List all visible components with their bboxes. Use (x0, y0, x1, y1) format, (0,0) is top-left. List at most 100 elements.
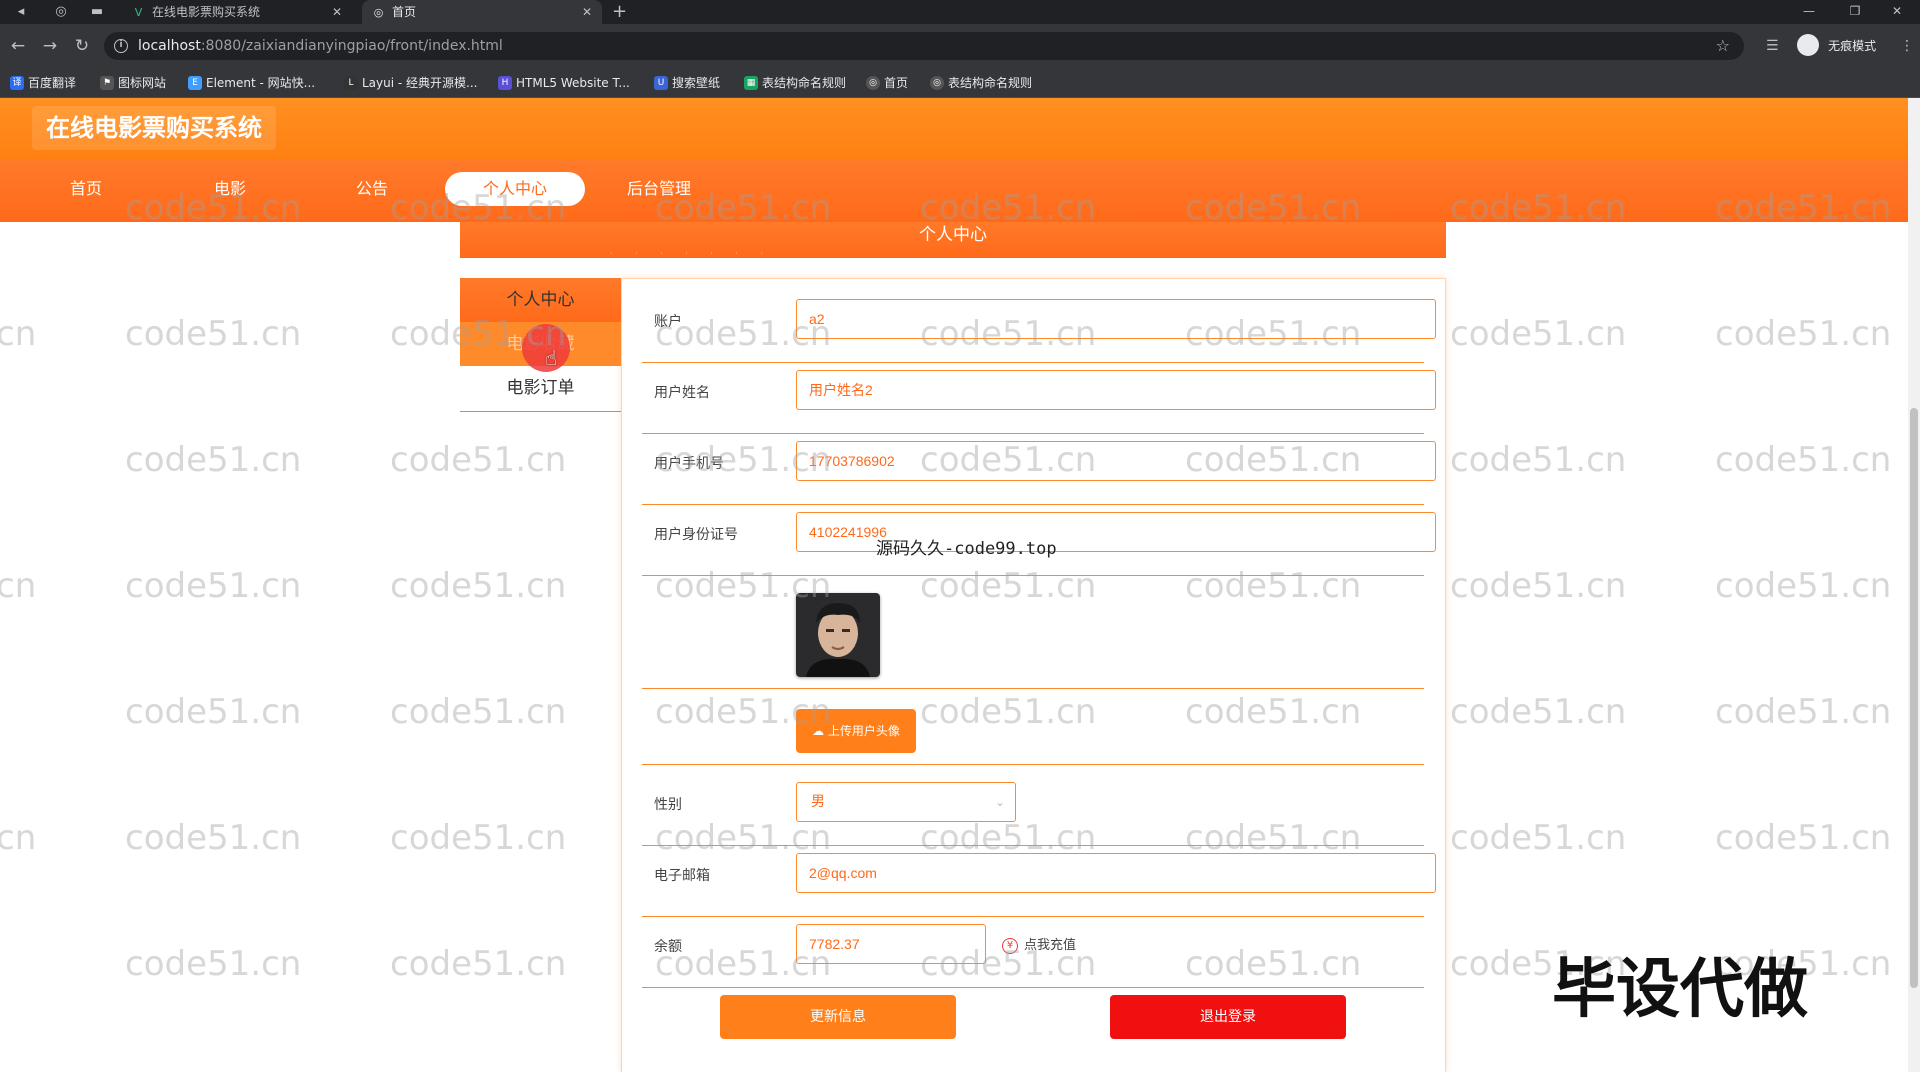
side-item-orders[interactable]: 电影订单 (460, 366, 621, 410)
tab-title: 在线电影票购买系统 (152, 5, 261, 19)
sheet-icon: ▦ (744, 76, 758, 90)
form-row-avatar (642, 583, 1424, 689)
new-tab-icon[interactable]: + (612, 0, 627, 24)
watermark-text: code51.cn (125, 440, 302, 480)
globe-icon: ◎ (373, 6, 384, 19)
info-icon[interactable]: i (114, 39, 128, 53)
watermark-text: code51.cn (1450, 314, 1627, 354)
forward-icon[interactable]: → (40, 36, 60, 56)
yen-icon: ¥ (1002, 937, 1018, 954)
site-title[interactable]: 在线电影票购买系统 (32, 106, 276, 150)
bookmark-item[interactable]: U 搜索壁纸 (654, 75, 720, 91)
nav-home[interactable]: 首页 (46, 172, 126, 206)
account-label: 账户 (654, 314, 682, 330)
side-item-user-center[interactable]: 个人中心 (460, 278, 621, 322)
balance-label: 余额 (654, 939, 682, 955)
browser-tab-system[interactable]: V 在线电影票购买系统 ✕ (122, 0, 352, 24)
globe-icon: ◎ (930, 76, 944, 90)
page-scrollbar[interactable] (1908, 98, 1920, 1072)
form-row-upload: ☁ 上传用户头像 (642, 689, 1424, 765)
section-banner: 个人中心 · · · · · · · (460, 222, 1446, 258)
element-icon: E (188, 76, 202, 90)
name-input[interactable]: 用户姓名2 (796, 370, 1436, 410)
gender-select[interactable]: 男 ⌄ (796, 782, 1016, 822)
window-icon[interactable]: ▬ (88, 3, 106, 21)
close-icon[interactable]: ✕ (332, 0, 342, 24)
bookmark-item[interactable]: H HTML5 Website T... (498, 75, 630, 91)
incognito-icon (1797, 34, 1819, 56)
bookmark-item[interactable]: 译百度翻译 (10, 75, 76, 91)
nav-notices[interactable]: 公告 (332, 172, 412, 206)
html5-icon: H (498, 76, 512, 90)
close-icon[interactable]: ✕ (582, 0, 592, 24)
balance-input[interactable]: 7782.37 (796, 924, 986, 964)
watermark-text: code51.cn (0, 314, 37, 354)
main-nav: 首页 电影 公告 个人中心 后台管理 (0, 160, 1908, 222)
watermark-text: code51.cn (125, 692, 302, 732)
watermark-text: code51.cn (390, 440, 567, 480)
phone-input[interactable]: 17703786902 (796, 441, 1436, 481)
globe-icon: ◎ (866, 76, 880, 90)
watermark-text: code51.cn (125, 944, 302, 984)
bookmark-item[interactable]: ◎ 首页 (866, 75, 908, 91)
browser-toolbar: ← → ↻ i localhost:8080/zaixiandianyingpi… (0, 24, 1920, 68)
menu-kebab-icon[interactable]: ⋮ (1900, 36, 1914, 56)
bookmark-star-icon[interactable]: ☆ (1716, 36, 1730, 55)
recharge-link[interactable]: ¥ 点我充值 (1002, 934, 1076, 954)
watermark-text: code51.cn (125, 314, 302, 354)
minimize-icon[interactable]: — (1786, 0, 1832, 24)
watermark-text: code51.cn (0, 818, 37, 858)
globe-icon[interactable]: ◎ (52, 3, 70, 21)
vue-icon: V (134, 6, 143, 19)
watermark-text: code51.cn (1715, 440, 1892, 480)
corner-watermark-text: 毕设代做 (1552, 953, 1808, 1027)
form-row-gender: 性别 男 ⌄ (642, 782, 1424, 846)
name-label: 用户姓名 (654, 385, 710, 401)
form-row-name: 用户姓名 用户姓名2 (642, 370, 1436, 434)
watermark-text: code51.cn (1715, 692, 1892, 732)
reload-icon[interactable]: ↻ (72, 36, 92, 56)
mute-icon[interactable]: ◂ (12, 3, 30, 21)
watermark-text: code51.cn (125, 818, 302, 858)
bookmark-item[interactable]: E Element - 网站快... (188, 75, 315, 91)
url-text[interactable]: localhost:8080/zaixiandianyingpiao/front… (138, 32, 503, 60)
watermark-text: code51.cn (1715, 566, 1892, 606)
form-row-account: 账户 a2 (642, 299, 1436, 363)
browser-tab-home[interactable]: ◎ 首页 ✕ (362, 0, 602, 24)
banner-dots: · · · · · · · (610, 249, 774, 258)
bookmark-item[interactable]: ◎ 表结构命名规则 (930, 75, 1032, 91)
nav-admin[interactable]: 后台管理 (614, 172, 704, 206)
section-title: 个人中心 (919, 225, 987, 245)
scrollbar-thumb[interactable] (1910, 408, 1918, 988)
watermark-text: code51.cn (390, 818, 567, 858)
watermark-text: code51.cn (390, 944, 567, 984)
watermark-text: code51.cn (1450, 692, 1627, 732)
logout-button[interactable]: 退出登录 (1110, 995, 1346, 1039)
bookmark-item[interactable]: ⚑ 图标网站 (100, 75, 166, 91)
window-close-icon[interactable]: ✕ (1874, 0, 1920, 24)
reading-list-icon[interactable]: ☰ (1766, 36, 1779, 56)
phone-label: 用户手机号 (654, 456, 724, 472)
upload-avatar-button[interactable]: ☁ 上传用户头像 (796, 709, 916, 753)
bookmark-item[interactable]: ▦ 表结构命名规则 (744, 75, 846, 91)
restore-icon[interactable]: ❐ (1832, 0, 1878, 24)
form-row-email: 电子邮箱 2@qq.com (642, 853, 1436, 917)
incognito-indicator[interactable]: 无痕模式 (1797, 34, 1876, 58)
account-input[interactable]: a2 (796, 299, 1436, 339)
watermark-text: code51.cn (125, 566, 302, 606)
nav-movies[interactable]: 电影 (190, 172, 270, 206)
update-info-button[interactable]: 更新信息 (720, 995, 956, 1039)
watermark-text: code51.cn (1450, 818, 1627, 858)
avatar (796, 593, 880, 677)
bookmark-item[interactable]: L Layui - 经典开源模... (344, 75, 477, 91)
watermark-text: code51.cn (1715, 818, 1892, 858)
watermark-text: code51.cn (390, 566, 567, 606)
idcard-label: 用户身份证号 (654, 527, 738, 543)
browser-tab-strip: ◂ ◎ ▬ V 在线电影票购买系统 ✕ ◎ 首页 ✕ + — ❐ ✕ (0, 0, 1920, 24)
nav-user-center[interactable]: 个人中心 (445, 172, 585, 206)
email-input[interactable]: 2@qq.com (796, 853, 1436, 893)
bookmarks-bar: 译百度翻译 ⚑ 图标网站 E Element - 网站快... L Layui - 经… (0, 68, 1920, 98)
address-bar[interactable]: i localhost:8080/zaixiandianyingpiao/fro… (104, 32, 1744, 60)
form-row-phone: 用户手机号 17703786902 (642, 441, 1436, 505)
back-icon[interactable]: ← (8, 36, 28, 56)
